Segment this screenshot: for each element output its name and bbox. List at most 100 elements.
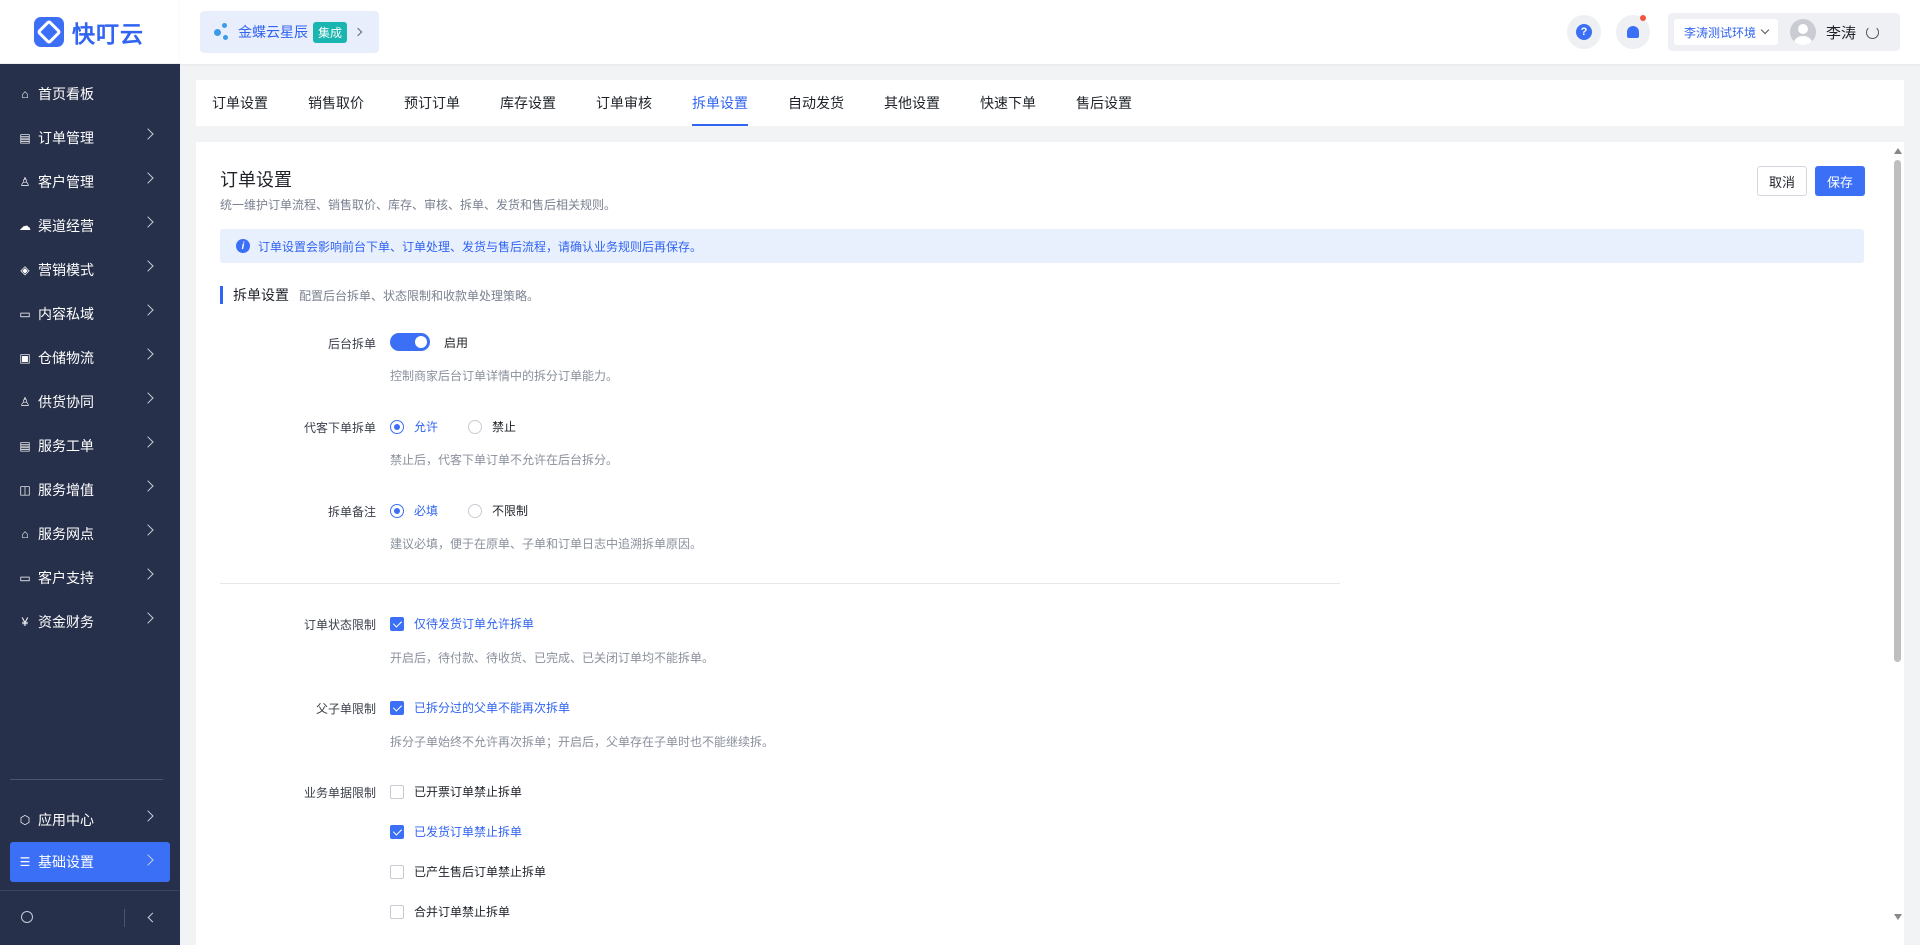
notification-button[interactable]	[1616, 15, 1650, 49]
tab-sales-pricing[interactable]: 销售取价	[308, 80, 364, 126]
scroll-down-arrow-icon[interactable]	[1894, 914, 1902, 920]
invoiced-split-checkbox[interactable]: 已开票订单禁止拆单	[390, 783, 522, 800]
nav-item-channels[interactable]: ☁ 渠道经营	[0, 204, 180, 248]
nav-item-app-center[interactable]: ⬡ 应用中心	[0, 798, 180, 842]
radio-label: 允许	[414, 420, 439, 434]
section-description: 配置后台拆单、状态限制和收款单处理策略。	[299, 288, 540, 303]
split-remark-radio-group: 必填 不限制	[390, 502, 558, 519]
bottom-nav: ⬡ 应用中心 ☰ 基础设置	[0, 790, 180, 882]
tab-order-review[interactable]: 订单审核	[596, 80, 652, 126]
tab-preorder[interactable]: 预订订单	[404, 80, 460, 126]
parent-limit-control: 已拆分过的父单不能再次拆单	[390, 699, 570, 716]
chevron-right-icon	[142, 854, 154, 866]
nav-item-workorder[interactable]: ▤ 服务工单	[0, 424, 180, 468]
notice-text: 订单设置会影响前台下单、订单处理、发货与售后流程，请确认业务规则后再保存。	[258, 239, 703, 254]
tab-split-settings[interactable]: 拆单设置	[692, 80, 748, 126]
app-switcher[interactable]: 金蝶云星辰 集成	[200, 11, 379, 53]
app-switcher-label: 金蝶云星辰	[238, 24, 308, 40]
help-button[interactable]: ?	[1567, 15, 1601, 49]
doc-limit-merged: 合并订单禁止拆单	[390, 903, 510, 920]
nav-item-warehouse[interactable]: ▣ 仓储物流	[0, 336, 180, 380]
nav-label: 供货协同	[38, 394, 94, 410]
tab-order-settings[interactable]: 订单设置	[212, 80, 268, 126]
backend-split-hint: 控制商家后台订单详情中的拆分订单能力。	[390, 369, 619, 383]
gear-icon[interactable]	[21, 911, 33, 923]
status-limit-checkbox[interactable]: 仅待发货订单允许拆单	[390, 615, 534, 632]
collapse-sidebar-icon[interactable]	[147, 912, 158, 923]
chevron-right-icon	[142, 304, 154, 316]
tab-quick-order[interactable]: 快速下单	[980, 80, 1036, 126]
doc-limit-label: 业务单据限制	[303, 786, 376, 800]
proxy-split-forbid-radio[interactable]: 禁止	[468, 418, 516, 435]
merged-split-checkbox[interactable]: 合并订单禁止拆单	[390, 903, 510, 920]
info-icon: i	[236, 239, 250, 253]
tab-auto-ship[interactable]: 自动发货	[788, 80, 844, 126]
environment-select[interactable]: 李涛测试环境	[1674, 19, 1779, 45]
split-remark-unrestricted-radio[interactable]: 不限制	[468, 502, 528, 519]
scrollbar-thumb[interactable]	[1894, 160, 1901, 662]
user-name[interactable]: 李涛	[1826, 22, 1856, 43]
shipped-split-checkbox[interactable]: 已发货订单禁止拆单	[390, 823, 522, 840]
nav-label: 首页看板	[38, 86, 94, 102]
nav-item-outlets[interactable]: ⌂ 服务网点	[0, 512, 180, 556]
backend-split-toggle-text: 启用	[444, 335, 469, 350]
nav-item-supply[interactable]: ♙ 供货协同	[0, 380, 180, 424]
proxy-split-hint: 禁止后，代客下单订单不允许在后台拆分。	[390, 453, 619, 467]
split-remark-required-radio[interactable]: 必填	[390, 502, 438, 519]
app-logo-icon	[214, 23, 230, 41]
nav-item-content[interactable]: ▭ 内容私域	[0, 292, 180, 336]
tag-icon: ◈	[20, 263, 30, 277]
parent-limit-checkbox[interactable]: 已拆分过的父单不能再次拆单	[390, 699, 570, 716]
chevron-right-icon	[142, 172, 154, 184]
cancel-button[interactable]: 取消	[1757, 166, 1807, 196]
refresh-icon[interactable]	[1866, 25, 1880, 39]
proxy-split-allow-radio[interactable]: 允许	[390, 418, 438, 435]
nav-item-orders[interactable]: ▤ 订单管理	[0, 116, 180, 160]
nav-item-support[interactable]: ▭ 客户支持	[0, 556, 180, 600]
chevron-right-icon	[353, 27, 363, 37]
backend-split-control: 启用	[390, 333, 468, 351]
nav-item-value-added[interactable]: ◫ 服务增值	[0, 468, 180, 512]
tab-other-settings[interactable]: 其他设置	[884, 80, 940, 126]
nav-label: 应用中心	[38, 812, 94, 828]
chevron-down-icon	[1760, 25, 1770, 35]
nav-label: 营销模式	[38, 262, 94, 278]
brand-logo[interactable]: 快叮云	[0, 0, 180, 64]
nav-label: 服务网点	[38, 526, 94, 542]
nav-item-home[interactable]: ⌂ 首页看板	[0, 72, 180, 116]
notification-dot	[1640, 15, 1646, 21]
nav-item-marketing[interactable]: ◈ 营销模式	[0, 248, 180, 292]
chevron-right-icon	[142, 392, 154, 404]
radio-label: 不限制	[492, 504, 529, 518]
nav-label: 仓储物流	[38, 350, 94, 366]
checkbox-label: 仅待发货订单允许拆单	[414, 617, 535, 631]
doc-limit-after-sales: 已产生售后订单禁止拆单	[390, 863, 546, 880]
settings-tabs: 订单设置 销售取价 预订订单 库存设置 订单审核 拆单设置 自动发货 其他设置 …	[196, 80, 1904, 126]
brand-name: 快叮云	[72, 20, 144, 47]
proxy-split-label: 代客下单拆单	[303, 421, 376, 435]
chevron-right-icon	[142, 436, 154, 448]
topbar: 金蝶云星辰 集成 ? 李涛测试环境 李涛	[180, 0, 1920, 64]
chevron-right-icon	[142, 348, 154, 360]
chevron-right-icon	[142, 480, 154, 492]
backend-split-toggle[interactable]	[390, 333, 430, 351]
store-icon: ⌂	[21, 527, 29, 541]
nav-item-customers[interactable]: ♙ 客户管理	[0, 160, 180, 204]
save-button[interactable]: 保存	[1815, 166, 1865, 196]
channel-icon: ☁	[19, 219, 31, 233]
nav-item-finance[interactable]: ¥ 资金财务	[0, 600, 180, 644]
avatar[interactable]	[1790, 19, 1817, 45]
cube-icon: ⬡	[19, 813, 31, 827]
after-sales-split-checkbox[interactable]: 已产生售后订单禁止拆单	[390, 863, 546, 880]
section-header: 拆单设置 配置后台拆单、状态限制和收款单处理策略。	[220, 286, 539, 304]
chevron-right-icon	[142, 216, 154, 228]
user-box: 李涛测试环境 李涛	[1668, 13, 1900, 51]
tab-after-sales[interactable]: 售后设置	[1076, 80, 1132, 126]
scroll-up-arrow-icon[interactable]	[1894, 148, 1902, 154]
status-limit-label: 订单状态限制	[303, 618, 376, 632]
radio-label: 必填	[414, 504, 439, 518]
status-limit-hint: 开启后，待付款、待收货、已完成、已关闭订单均不能拆单。	[390, 651, 715, 665]
tab-inventory[interactable]: 库存设置	[500, 80, 556, 126]
nav-item-basic-settings[interactable]: ☰ 基础设置	[10, 842, 170, 882]
sliders-icon: ☰	[19, 855, 31, 869]
